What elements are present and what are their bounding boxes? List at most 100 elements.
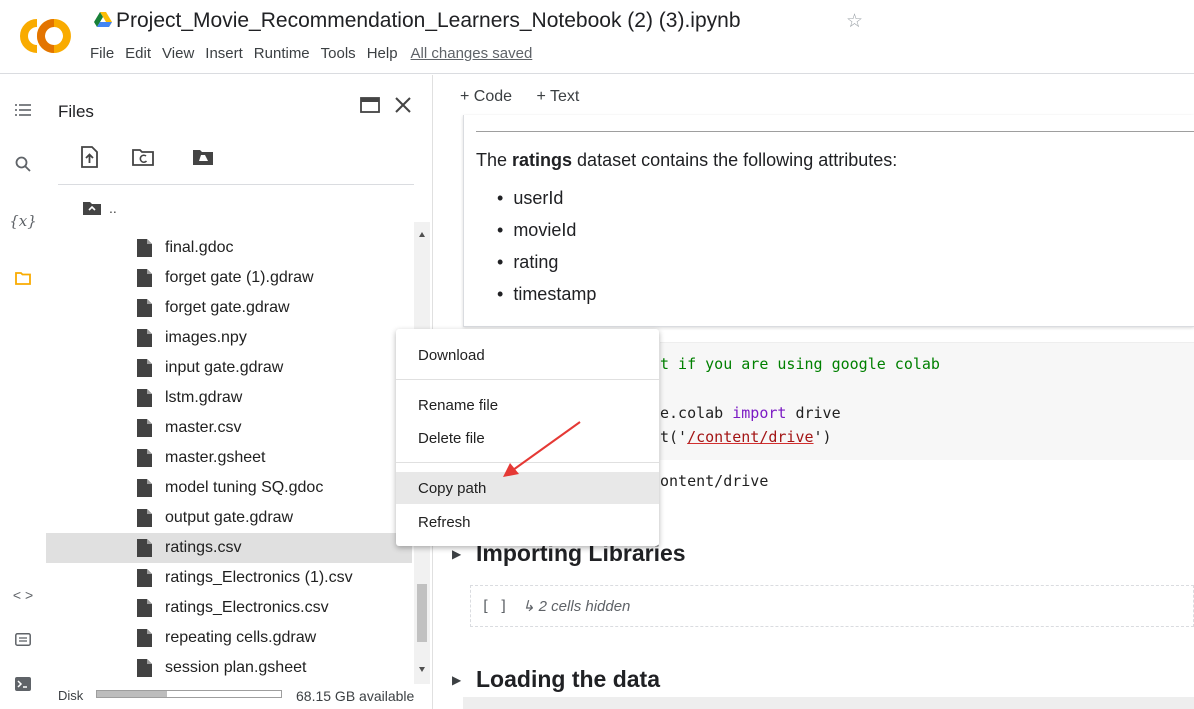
files-panel-title: Files	[58, 102, 94, 121]
file-name: master.csv	[165, 419, 242, 436]
menu-tools[interactable]: Tools	[321, 45, 356, 62]
file-row[interactable]: ratings_Electronics (1).csv	[46, 563, 412, 593]
notebook-toolbar: + Code + Text	[460, 88, 599, 106]
menu-item-refresh[interactable]: Refresh	[396, 506, 659, 538]
menu-separator	[396, 379, 659, 380]
file-row[interactable]: final.gdoc	[46, 233, 412, 263]
colab-logo[interactable]	[14, 14, 74, 58]
parent-folder-icon[interactable]	[82, 200, 102, 216]
file-row[interactable]: output gate.gdraw	[46, 503, 412, 533]
files-toolbar	[58, 143, 414, 185]
section-heading-loading: Loading the data	[476, 666, 660, 692]
open-in-tab-icon[interactable]	[360, 97, 380, 113]
menu-edit[interactable]: Edit	[125, 45, 151, 62]
file-name: session plan.gsheet	[165, 659, 307, 676]
folder-icon[interactable]	[0, 272, 46, 290]
file-icon	[137, 569, 152, 587]
code-snippets-icon[interactable]: < >	[0, 587, 46, 603]
variables-icon[interactable]: {x}	[0, 212, 46, 230]
file-row[interactable]: master.gsheet	[46, 443, 412, 473]
parent-folder-label[interactable]: ..	[109, 200, 117, 216]
code-line-mount: t('/content/drive')	[660, 428, 832, 446]
file-icon	[137, 659, 152, 677]
file-name: forget gate (1).gdraw	[165, 269, 314, 286]
file-row[interactable]: repeating cells.gdraw	[46, 623, 412, 653]
menu-item-rename[interactable]: Rename file	[396, 389, 659, 421]
file-name: ratings_Electronics.csv	[165, 599, 329, 616]
file-name: model tuning SQ.gdoc	[165, 479, 324, 496]
menu-insert[interactable]: Insert	[205, 45, 243, 62]
file-row[interactable]: lstm.gdraw	[46, 383, 412, 413]
menu-bar: File Edit View Insert Runtime Tools Help…	[90, 45, 543, 62]
close-icon[interactable]	[394, 96, 412, 114]
file-row[interactable]: master.csv	[46, 413, 412, 443]
attribute-list: • userId • movieId • rating • timestamp	[497, 188, 596, 316]
file-name: master.gsheet	[165, 449, 266, 466]
save-status-link[interactable]: All changes saved	[411, 45, 533, 62]
disk-usage-fill	[97, 691, 167, 697]
file-icon	[137, 629, 152, 647]
file-name: final.gdoc	[165, 239, 234, 256]
annotation-arrow-icon	[503, 421, 581, 477]
menu-item-download[interactable]: Download	[396, 339, 659, 371]
menu-runtime[interactable]: Runtime	[254, 45, 310, 62]
drive-icon	[94, 12, 112, 27]
code-line-import: e.colab import drive	[660, 404, 841, 422]
mount-drive-icon[interactable]	[192, 146, 214, 168]
notebook-title[interactable]: Project_Movie_Recommendation_Learners_No…	[116, 9, 741, 33]
menu-help[interactable]: Help	[367, 45, 398, 62]
disk-available: 68.15 GB available	[296, 688, 415, 704]
file-name: output gate.gdraw	[165, 509, 294, 526]
file-icon	[137, 389, 152, 407]
code-output: ontent/drive	[660, 472, 769, 490]
file-row[interactable]: ratings_Electronics.csv	[46, 593, 412, 623]
file-icon	[137, 239, 152, 257]
collapse-caret-icon[interactable]: ▶	[452, 547, 461, 561]
file-icon	[137, 509, 152, 527]
list-item: • rating	[497, 252, 559, 272]
file-icon	[137, 599, 152, 617]
search-icon[interactable]	[0, 156, 46, 177]
file-row[interactable]: forget gate.gdraw	[46, 293, 412, 323]
list-item: • movieId	[497, 220, 577, 240]
add-code-button[interactable]: + Code	[460, 88, 512, 105]
file-row[interactable]: ratings.csv	[46, 533, 412, 563]
horizontal-rule	[476, 131, 1194, 132]
file-name: input gate.gdraw	[165, 359, 284, 376]
file-name: images.npy	[165, 329, 247, 346]
file-name: ratings_Electronics (1).csv	[165, 569, 353, 586]
star-icon[interactable]: ☆	[846, 10, 863, 33]
file-icon	[137, 419, 152, 437]
collapse-caret-icon[interactable]: ▶	[452, 673, 461, 687]
command-palette-icon[interactable]	[0, 633, 46, 651]
file-row[interactable]: images.npy	[46, 323, 412, 353]
add-text-button[interactable]: + Text	[537, 88, 580, 105]
menu-view[interactable]: View	[162, 45, 194, 62]
menu-file[interactable]: File	[90, 45, 114, 62]
file-row[interactable]: input gate.gdraw	[46, 353, 412, 383]
upload-icon[interactable]	[78, 146, 100, 168]
code-line-comment: t if you are using google colab	[660, 355, 940, 373]
terminal-icon[interactable]	[0, 677, 46, 696]
list-item: • userId	[497, 188, 564, 208]
hidden-cells-label[interactable]: [ ] ↳ 2 cells hidden	[481, 597, 630, 615]
file-icon	[137, 539, 152, 557]
table-of-contents-icon[interactable]	[0, 103, 46, 122]
file-row[interactable]: forget gate (1).gdraw	[46, 263, 412, 293]
file-icon	[137, 449, 152, 467]
file-name: lstm.gdraw	[165, 389, 243, 406]
disk-label: Disk	[58, 688, 84, 703]
file-name: ratings.csv	[165, 539, 242, 556]
file-icon	[137, 479, 152, 497]
refresh-folder-icon[interactable]	[132, 146, 154, 168]
file-name: repeating cells.gdraw	[165, 629, 317, 646]
file-row[interactable]: session plan.gsheet	[46, 653, 412, 683]
list-item: • timestamp	[497, 284, 597, 304]
file-icon	[137, 299, 152, 317]
file-name: forget gate.gdraw	[165, 299, 290, 316]
file-icon	[137, 359, 152, 377]
ratings-description: The ratings dataset contains the followi…	[476, 150, 898, 170]
cell-bottom-edge	[463, 697, 1194, 709]
file-row[interactable]: model tuning SQ.gdoc	[46, 473, 412, 503]
file-icon	[137, 329, 152, 347]
